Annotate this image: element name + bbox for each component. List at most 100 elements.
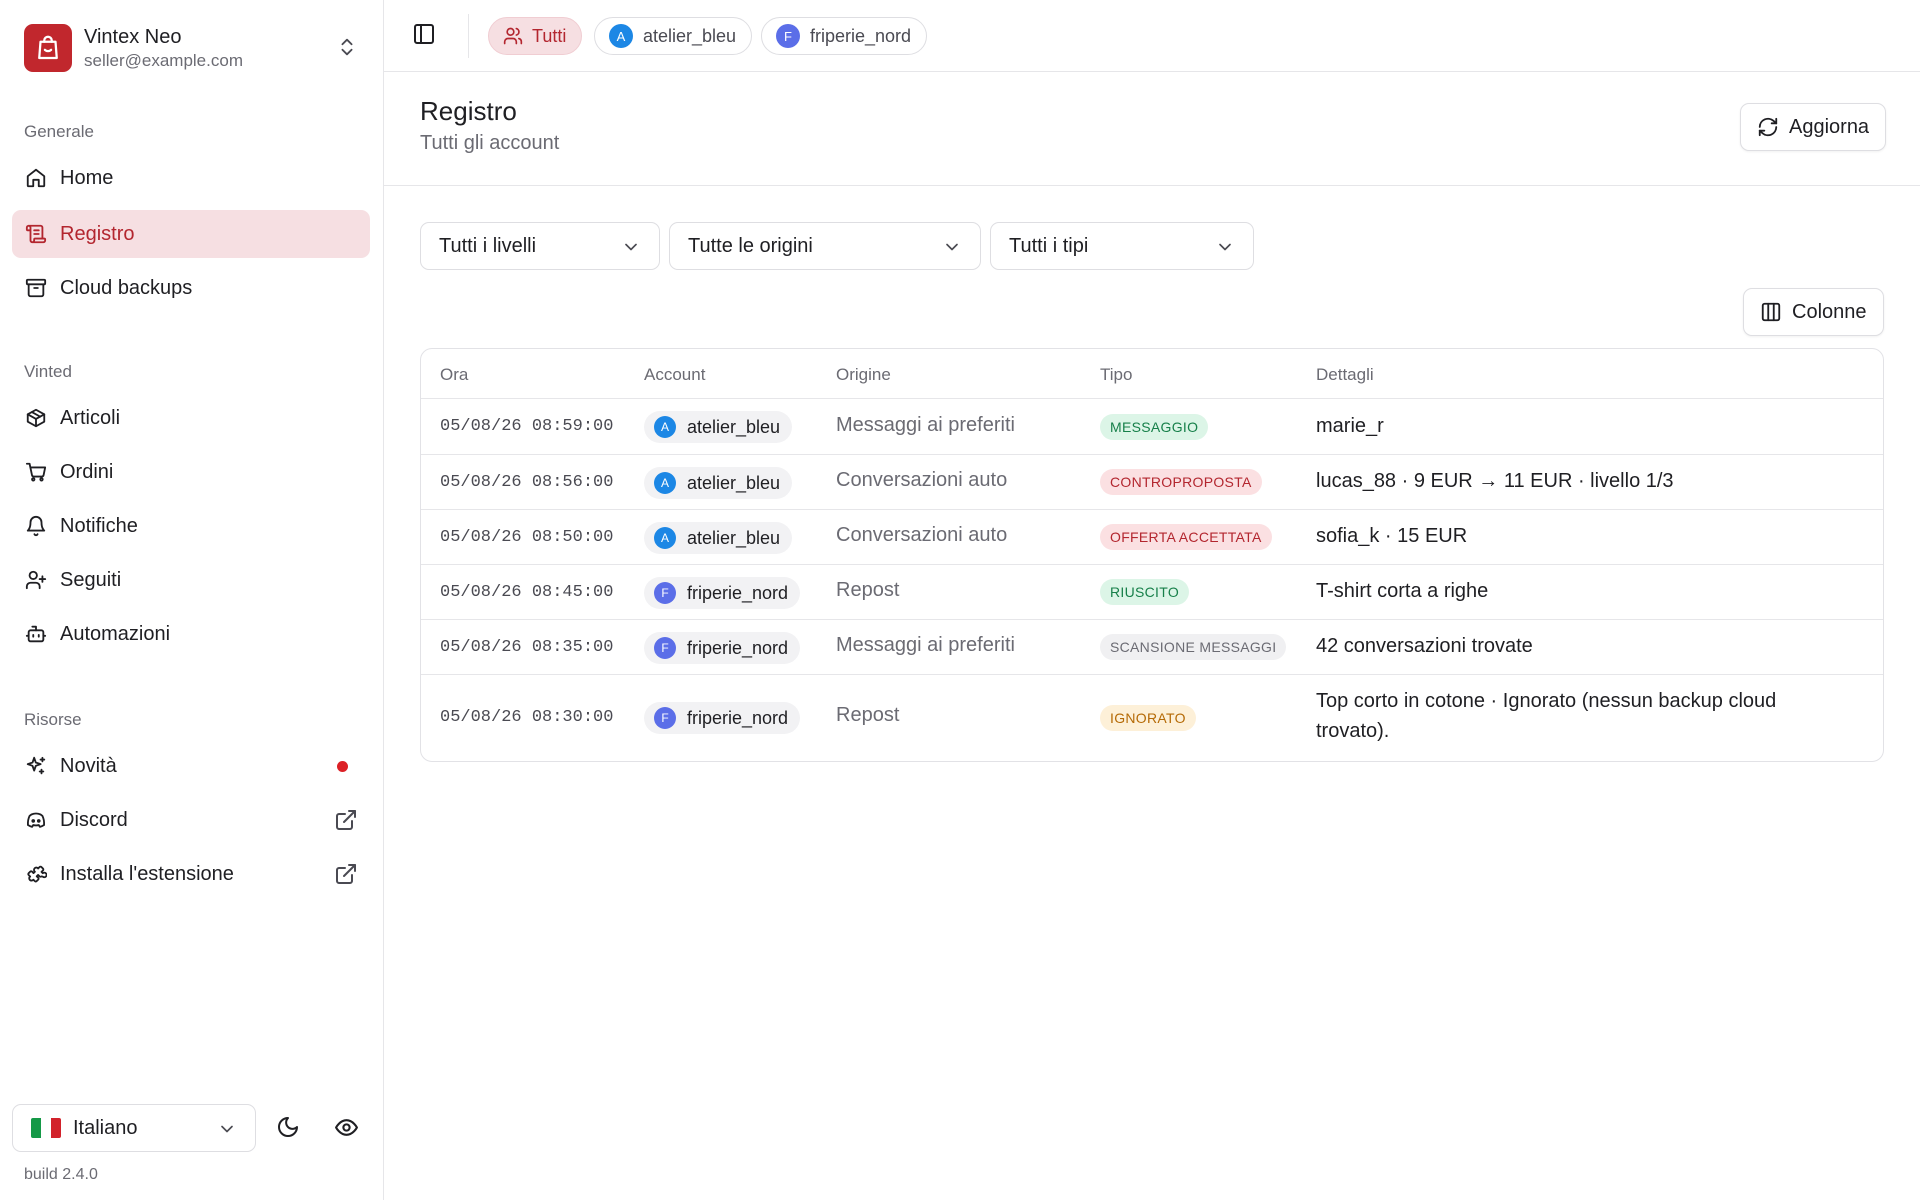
- table-row[interactable]: 05/08/26 08:50:00 A atelier_bleu Convers…: [421, 510, 1883, 565]
- row-details: T-shirt corta a righe: [1316, 580, 1489, 602]
- sidebar-item-label: Notifiche: [60, 514, 138, 537]
- account-pill: F friperie_nord: [644, 702, 801, 734]
- type-badge: MESSAGGIO: [1100, 414, 1209, 440]
- chip-label: atelier_bleu: [643, 25, 737, 46]
- table-row[interactable]: 05/08/26 08:35:00 F friperie_nord Messag…: [421, 620, 1883, 675]
- row-origin: Conversazioni auto: [836, 524, 1008, 546]
- eye-icon[interactable]: [334, 1115, 359, 1140]
- avatar: A: [654, 416, 676, 438]
- account-name: atelier_bleu: [687, 472, 781, 493]
- sidebar-item-label: Novità: [60, 754, 117, 777]
- sidebar-item-home[interactable]: Home: [12, 154, 370, 202]
- type-badge: CONTROPROPOSTA: [1100, 469, 1262, 495]
- sidebar-item-label: Installa l'estensione: [60, 862, 234, 885]
- avatar: F: [654, 707, 676, 729]
- sidebar-item-label: Cloud backups: [60, 276, 193, 299]
- user-plus-icon: [24, 568, 48, 592]
- sidebar-item-label: Home: [60, 166, 114, 189]
- account-name: atelier_bleu: [687, 416, 781, 437]
- row-time: 05/08/26 08:45:00: [440, 583, 614, 602]
- origin-filter-select[interactable]: Tutte le origini: [669, 222, 981, 270]
- unread-dot: [337, 761, 348, 772]
- external-link-icon: [334, 808, 358, 832]
- sidebar-item-registro[interactable]: Registro: [12, 210, 370, 258]
- sidebar-toggle-icon[interactable]: [412, 22, 436, 46]
- column-header-type[interactable]: Tipo: [1100, 365, 1132, 385]
- chevron-down-icon: [621, 237, 641, 257]
- account-filter-atelier-bleu[interactable]: A atelier_bleu: [594, 17, 753, 55]
- column-header-account[interactable]: Account: [644, 365, 705, 385]
- bot-icon: [24, 622, 48, 646]
- sidebar-item-cloud-backups[interactable]: Cloud backups: [12, 264, 370, 312]
- table-row[interactable]: 05/08/26 08:30:00 F friperie_nord Repost…: [421, 675, 1883, 761]
- account-name: friperie_nord: [687, 582, 789, 603]
- table-row[interactable]: 05/08/26 08:45:00 F friperie_nord Repost…: [421, 565, 1883, 620]
- sidebar-item-notifiche[interactable]: Notifiche: [12, 502, 370, 550]
- column-header-origin[interactable]: Origine: [836, 365, 891, 385]
- columns-button[interactable]: Colonne: [1743, 288, 1884, 336]
- sidebar-item-label: Discord: [60, 808, 128, 831]
- account-switcher[interactable]: Vintex Neo seller@example.com: [12, 12, 372, 84]
- type-badge: RIUSCITO: [1100, 579, 1190, 605]
- row-time: 05/08/26 08:59:00: [440, 417, 614, 436]
- row-details: marie_r: [1316, 415, 1384, 437]
- sidebar-item-novita[interactable]: Novità: [12, 742, 370, 790]
- language-select[interactable]: Italiano: [12, 1104, 256, 1152]
- type-filter-select[interactable]: Tutti i tipi: [990, 222, 1254, 270]
- app-name: Vintex Neo: [84, 26, 182, 48]
- chevron-down-icon: [217, 1119, 237, 1139]
- chevrons-up-down-icon: [336, 36, 358, 58]
- account-pill: A atelier_bleu: [644, 522, 793, 554]
- moon-icon[interactable]: [276, 1115, 300, 1139]
- section-label-vinted: Vinted: [24, 362, 72, 381]
- avatar: A: [654, 527, 676, 549]
- sidebar-item-estensione[interactable]: Installa l'estensione: [12, 850, 370, 898]
- row-time: 05/08/26 08:50:00: [440, 528, 614, 547]
- level-filter-select[interactable]: Tutti i livelli: [420, 222, 660, 270]
- sidebar-item-articoli[interactable]: Articoli: [12, 394, 370, 442]
- row-time: 05/08/26 08:56:00: [440, 473, 614, 492]
- account-pill: A atelier_bleu: [644, 467, 793, 499]
- sidebar: Vintex Neo seller@example.com Generale H…: [0, 0, 384, 1200]
- row-origin: Messaggi ai preferiti: [836, 414, 1015, 436]
- table-header: Ora Account Origine Tipo Dettagli: [421, 349, 1883, 399]
- shopping-cart-icon: [24, 460, 48, 484]
- sidebar-item-discord[interactable]: Discord: [12, 796, 370, 844]
- row-time: 05/08/26 08:30:00: [440, 708, 614, 727]
- package-icon: [24, 406, 48, 430]
- divider: [468, 14, 469, 58]
- table-row[interactable]: 05/08/26 08:56:00 A atelier_bleu Convers…: [421, 455, 1883, 510]
- account-name: atelier_bleu: [687, 527, 781, 548]
- row-details: 42 conversazioni trovate: [1316, 635, 1533, 657]
- select-value: Tutti i tipi: [1009, 234, 1089, 257]
- external-link-icon: [334, 862, 358, 886]
- column-header-details[interactable]: Dettagli: [1316, 365, 1374, 385]
- row-details: sofia_k · 15 EUR: [1316, 525, 1468, 547]
- account-name: friperie_nord: [687, 637, 789, 658]
- users-icon: [503, 26, 523, 46]
- account-filter-friperie-nord[interactable]: F friperie_nord: [761, 17, 928, 55]
- sidebar-item-automazioni[interactable]: Automazioni: [12, 610, 370, 658]
- row-origin: Repost: [836, 579, 900, 601]
- sidebar-item-label: Seguiti: [60, 568, 122, 591]
- sidebar-item-seguiti[interactable]: Seguiti: [12, 556, 370, 604]
- account-pill: F friperie_nord: [644, 632, 801, 664]
- topbar: Tutti A atelier_bleu F friperie_nord: [384, 0, 1920, 72]
- select-value: Tutti i livelli: [439, 234, 537, 257]
- account-pill: A atelier_bleu: [644, 411, 793, 443]
- refresh-button[interactable]: Aggiorna: [1740, 103, 1887, 151]
- sidebar-item-ordini[interactable]: Ordini: [12, 448, 370, 496]
- column-header-time[interactable]: Ora: [440, 365, 468, 385]
- account-filter-all[interactable]: Tutti: [488, 17, 583, 55]
- type-badge: OFFERTA ACCETTATA: [1100, 524, 1272, 550]
- avatar: A: [654, 472, 676, 494]
- puzzle-icon: [24, 862, 48, 886]
- table-row[interactable]: 05/08/26 08:59:00 A atelier_bleu Messagg…: [421, 399, 1883, 455]
- chip-label: Tutti: [532, 25, 567, 46]
- avatar: F: [654, 582, 676, 604]
- section-label-resources: Risorse: [24, 710, 82, 729]
- italy-flag-icon: [31, 1118, 61, 1138]
- bell-icon: [24, 514, 48, 538]
- sparkles-icon: [24, 754, 48, 778]
- scroll-log-icon: [24, 222, 48, 246]
